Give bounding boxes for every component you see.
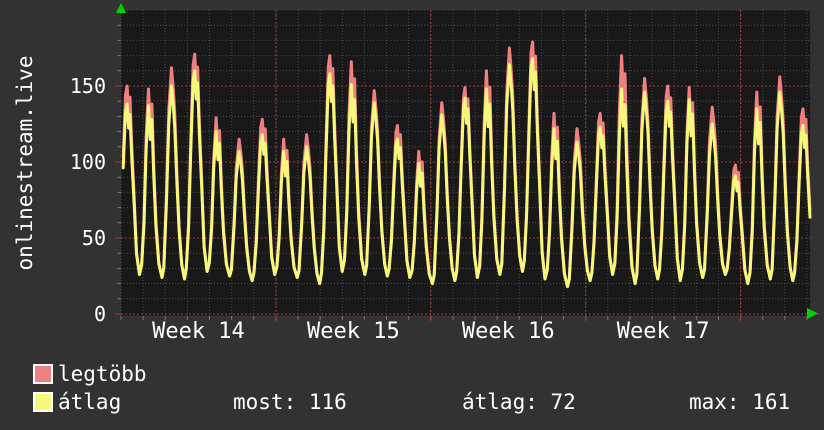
- x-axis-label: Week 16: [461, 319, 555, 344]
- x-axis-arrow-icon: [807, 308, 818, 319]
- rrd-graph: onlinestream.live 0 50 100 150 Week 14 Week …: [0, 0, 824, 430]
- y-axis-arrow-icon: [116, 3, 126, 13]
- legend-label-atlag: átlag: [58, 390, 122, 414]
- stat-atlag: átlag: 72: [462, 390, 576, 414]
- chart-vertical-title: onlinestream.live: [13, 55, 37, 271]
- chart-canvas: [115, 3, 819, 321]
- y-axis-label: 50: [81, 226, 106, 250]
- legend-label-legtobb: legtöbb: [58, 362, 147, 386]
- legend-swatch-legtobb: [33, 364, 53, 384]
- legend-swatch-atlag: [33, 392, 53, 412]
- x-axis-label: Week 15: [306, 319, 400, 344]
- y-axis-label: 0: [93, 302, 106, 326]
- x-axis-label: Week 14: [152, 319, 245, 344]
- y-axis-label: 150: [69, 74, 106, 98]
- y-axis-label: 100: [69, 150, 106, 174]
- x-axis-label: Week 17: [616, 319, 710, 344]
- stat-most: most: 116: [233, 390, 347, 414]
- stat-max: max: 161: [689, 390, 791, 414]
